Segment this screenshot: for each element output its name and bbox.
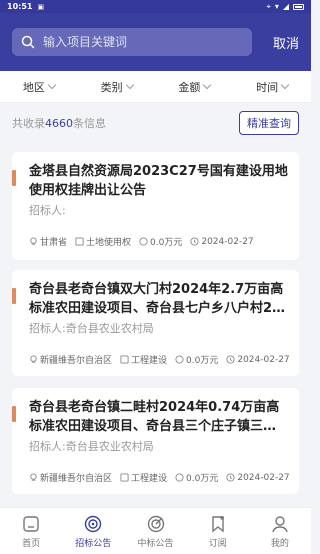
status-time: 10:51 (7, 2, 33, 11)
category-icon (120, 473, 129, 482)
header: 取消 (0, 13, 311, 71)
filter-category[interactable]: 类别 (78, 71, 156, 102)
filter-label: 金额 (178, 80, 201, 94)
item-bidder: 招标人: (29, 204, 66, 217)
result-count-bar: 共收录4660条信息 精准查询 (0, 103, 311, 143)
status-bar: 10:51 ▣ ⌖ ▾ ◢ (0, 0, 311, 13)
list-item[interactable]: 金塔县自然资源局2023C27号国有建设用地使用权挂牌出让公告 招标人: 甘肃省… (12, 152, 299, 260)
accent-bar (12, 406, 16, 422)
tab-label: 我的 (270, 538, 289, 549)
item-title: 奇台县老奇台镇二畦村2024年0.74万亩高标准农田建设项目、奇台县三个庄子镇三… (29, 400, 280, 434)
item-title: 金塔县自然资源局2023C27号国有建设用地使用权挂牌出让公告 (29, 164, 288, 198)
chevron-down-icon (47, 80, 57, 90)
location-icon (30, 355, 37, 363)
tab-home[interactable]: 首页 (0, 508, 62, 554)
item-date: 2024-02-27 (237, 354, 290, 365)
target-icon (85, 515, 102, 532)
filter-amount[interactable]: 金额 (156, 71, 234, 102)
result-count: 共收录4660条信息 (12, 117, 106, 130)
battery-icon (293, 3, 304, 10)
location-icon (30, 237, 37, 245)
item-meta: 新疆维吾尔自治区 工程建设 0.0万元 2024-02-27 (29, 353, 297, 366)
item-meta: 甘肃省 土地使用权 0.0万元 2024-02-27 (29, 235, 297, 248)
clock-icon (226, 355, 235, 364)
item-bidder: 招标人:奇台县农业农村局 (29, 440, 154, 453)
location-icon (30, 473, 37, 481)
accent-bar (12, 288, 16, 304)
tab-label: 中标公告 (137, 538, 174, 549)
item-category: 土地使用权 (86, 238, 132, 248)
item-category: 工程建设 (131, 474, 168, 484)
category-icon (120, 355, 129, 364)
chevron-down-icon (280, 80, 290, 90)
chevron-down-icon (125, 80, 134, 90)
tab-label: 订阅 (208, 538, 227, 549)
tab-award-notice[interactable]: 中标公告 (124, 508, 186, 554)
search-input[interactable] (43, 35, 233, 49)
wifi-icon: ▾ (274, 2, 279, 11)
home-icon (23, 515, 39, 532)
item-meta: 新疆维吾尔自治区 工程建设 0.0万元 2024-02-27 (29, 471, 297, 484)
item-amount: 0.0万元 (186, 474, 219, 484)
user-icon (272, 515, 288, 532)
item-amount: 0.0万元 (186, 356, 219, 366)
search-box[interactable] (12, 28, 252, 56)
filter-time[interactable]: 时间 (233, 71, 311, 102)
list-item[interactable]: 奇台县老奇台镇双大门村2024年2.7万亩高标准农田建设项目、奇台县七户乡八户村… (12, 270, 299, 376)
item-amount: 0.0万元 (150, 238, 183, 248)
filter-bar: 地区 类别 金额 时间 (0, 71, 311, 103)
target-icon (147, 515, 164, 532)
search-icon (21, 35, 35, 49)
clock-icon (226, 473, 235, 482)
bookmark-icon (212, 515, 224, 532)
item-region: 新疆维吾尔自治区 (40, 474, 113, 484)
notification-icon: ▣ (37, 2, 45, 11)
category-icon (75, 237, 84, 246)
signal-icon: ◢ (282, 2, 289, 11)
clock-icon (190, 237, 199, 246)
money-icon (139, 237, 148, 246)
tab-label: 招标公告 (75, 538, 112, 549)
result-count-number: 4660 (45, 117, 73, 130)
item-bidder: 招标人:奇台县农业农村局 (29, 322, 154, 335)
filter-label: 地区 (22, 80, 45, 94)
item-title: 奇台县老奇台镇双大门村2024年2.7万亩高标准农田建设项目、奇台县七户乡八户村… (29, 282, 286, 316)
filter-region[interactable]: 地区 (0, 71, 78, 102)
cancel-button[interactable]: 取消 (273, 33, 299, 52)
money-icon (175, 473, 184, 482)
filter-label: 类别 (100, 80, 123, 94)
accent-bar (12, 170, 16, 186)
bottom-tab-bar: 首页 招标公告 中标公告 订阅 我的 (0, 507, 311, 554)
list-item[interactable]: 奇台县老奇台镇二畦村2024年0.74万亩高标准农田建设项目、奇台县三个庄子镇三… (12, 388, 299, 494)
item-category: 工程建设 (131, 356, 168, 366)
item-date: 2024-02-27 (237, 472, 290, 483)
precise-search-button[interactable]: 精准查询 (239, 111, 299, 135)
tab-subscribe[interactable]: 订阅 (187, 508, 249, 554)
filter-label: 时间 (256, 80, 279, 94)
chevron-down-icon (203, 80, 212, 90)
tab-profile[interactable]: 我的 (249, 508, 311, 554)
tab-label: 首页 (22, 538, 41, 549)
item-date: 2024-02-27 (201, 236, 254, 247)
money-icon (175, 355, 184, 364)
item-region: 新疆维吾尔自治区 (40, 356, 113, 366)
location-icon: ⌖ (266, 1, 271, 11)
item-region: 甘肃省 (40, 238, 68, 248)
tab-bid-notice[interactable]: 招标公告 (62, 508, 124, 554)
